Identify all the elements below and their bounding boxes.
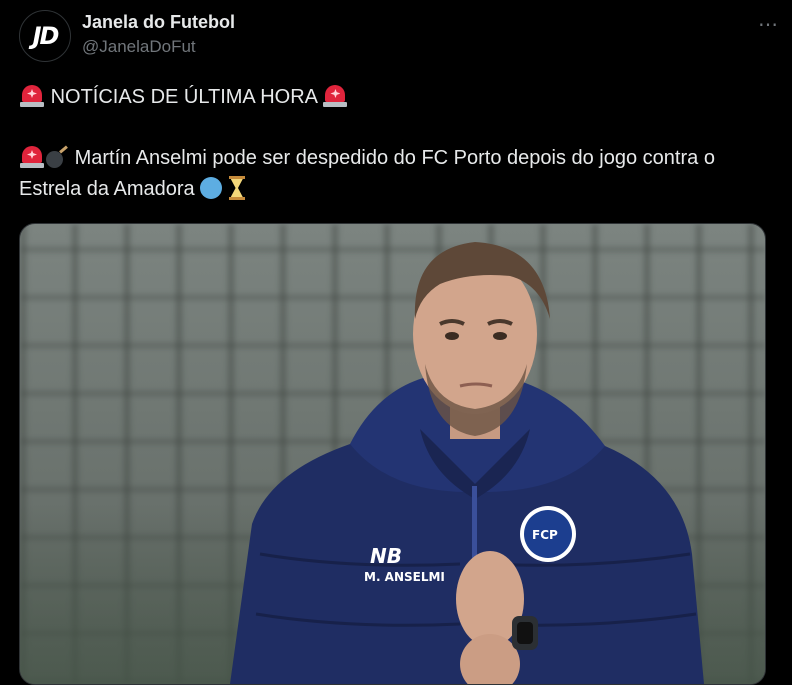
tweet-photo[interactable]: NB M. ANSELMI FCP [19,223,766,685]
avatar[interactable]: JD [19,10,71,62]
jacket-name-label: M. ANSELMI [364,570,445,584]
hourglass-icon [228,176,246,200]
bomb-icon [45,144,69,168]
blue-circle-icon [200,177,223,199]
tweet-headline: NOTÍCIAS DE ÚLTIMA HORA [19,82,759,113]
coach-illustration [230,242,704,684]
rotating-light-icon [19,83,45,107]
fc-porto-crest: FCP [532,528,558,542]
account-handle[interactable]: @JanelaDoFut [82,37,196,57]
headline-text: NOTÍCIAS DE ÚLTIMA HORA [50,86,317,108]
tweet-body: Martín Anselmi pode ser despedido do FC … [19,143,759,205]
jacket-brand-logo: NB [370,544,402,568]
tweet-header: JD Janela do Futebol @JanelaDoFut ⋯ [19,10,779,62]
account-name[interactable]: Janela do Futebol [82,12,235,33]
rotating-light-icon [19,144,45,168]
more-options-icon[interactable]: ⋯ [758,12,779,37]
body-text: Martín Anselmi pode ser despedido do FC … [19,147,715,200]
avatar-logo: JD [32,22,60,50]
rotating-light-icon [322,83,348,107]
